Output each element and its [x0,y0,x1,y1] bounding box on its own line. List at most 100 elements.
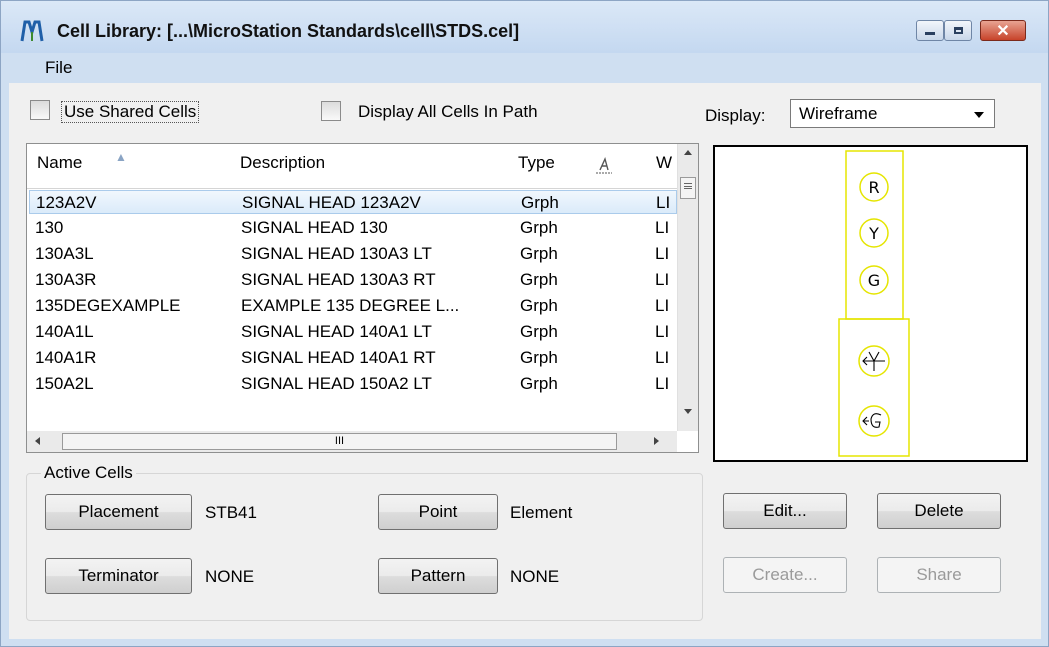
cell-type: Grph [520,322,558,341]
level-column-icon[interactable] [593,154,615,176]
display-mode-dropdown[interactable]: Wireframe [790,99,995,128]
terminator-button-label: Terminator [78,566,159,585]
preview-label-y: Y [868,224,879,243]
horizontal-scrollbar[interactable]: III [27,431,677,452]
cell-type: Grph [520,244,558,263]
column-header-w[interactable]: W [656,153,672,173]
cell-name: 130A3L [35,244,94,263]
menu-file[interactable]: File [45,58,72,78]
cell-type: Grph [520,270,558,289]
vertical-scrollbar[interactable] [677,144,698,431]
cell-name: 150A2L [35,374,94,393]
cell-w: LI [655,296,670,315]
edit-button-label: Edit... [763,501,807,520]
cell-w: LI [655,322,670,341]
display-all-cells-checkbox[interactable] [321,101,341,121]
cell-w: LI [656,193,671,212]
cell-name: 140A1L [35,322,94,341]
pattern-button[interactable]: Pattern [378,558,498,594]
cell-description: SIGNAL HEAD 150A2 LT [241,374,432,393]
table-row[interactable]: 130A3L SIGNAL HEAD 130A3 LT Grph LI [29,242,677,266]
cell-description: SIGNAL HEAD 140A1 LT [241,322,432,341]
minimize-button[interactable] [916,20,944,41]
scroll-up-icon[interactable] [684,150,692,155]
cell-description: SIGNAL HEAD 140A1 RT [241,348,436,367]
table-row[interactable]: 140A1L SIGNAL HEAD 140A1 LT Grph LI [29,320,677,344]
title-bar[interactable]: Cell Library: [...\MicroStation Standard… [1,1,1048,53]
scroll-right-icon[interactable] [654,437,659,445]
cell-w: LI [655,348,670,367]
chevron-down-icon [974,112,984,118]
point-button[interactable]: Point [378,494,498,530]
cell-name: 130 [35,218,64,237]
table-row[interactable]: 130 SIGNAL HEAD 130 Grph LI [29,216,677,240]
point-value: Element [510,503,573,522]
cell-w: LI [655,374,670,393]
cell-name: 135DEGEXAMPLE [35,296,181,315]
cell-description: EXAMPLE 135 DEGREE L... [241,296,460,315]
active-cells-title: Active Cells [41,463,136,483]
use-shared-cells-label[interactable]: Use Shared Cells [61,101,200,123]
cell-list-header: Name ▲ Description Type W [27,144,677,189]
maximize-icon [953,27,963,34]
cell-name: 130A3R [35,270,97,289]
table-row[interactable]: 150A2L SIGNAL HEAD 150A2 LT Grph LI [29,372,677,396]
cell-w: LI [655,270,670,289]
cell-type: Grph [520,296,558,315]
table-row[interactable]: 140A1R SIGNAL HEAD 140A1 RT Grph LI [29,346,677,370]
close-button[interactable]: ✕ [980,20,1026,41]
delete-button-label: Delete [914,501,964,520]
cell-list[interactable]: Name ▲ Description Type W 123A2V SIGNAL H… [26,143,699,453]
edit-button[interactable]: Edit... [723,493,847,529]
column-header-name[interactable]: Name [37,153,82,173]
maximize-button[interactable] [944,20,972,41]
close-icon: ✕ [996,22,1010,40]
cell-name: 123A2V [36,193,97,212]
terminator-button[interactable]: Terminator [45,558,192,594]
horizontal-scroll-thumb[interactable]: III [62,433,617,450]
display-mode-value: Wireframe [799,104,878,123]
point-button-label: Point [418,502,458,521]
preview-label-r: R [868,178,879,197]
display-all-cells-label[interactable]: Display All Cells In Path [358,102,538,122]
table-row[interactable]: 123A2V SIGNAL HEAD 123A2V Grph LI [29,190,677,214]
sort-ascending-icon: ▲ [115,150,127,164]
cell-preview: R Y G [713,145,1028,462]
placement-value: STB41 [205,503,257,522]
table-row[interactable]: 135DEGEXAMPLE EXAMPLE 135 DEGREE L... Grph… [29,294,677,318]
cell-name: 140A1R [35,348,97,367]
cell-description: SIGNAL HEAD 130A3 RT [241,270,436,289]
create-button-label: Create... [752,565,818,584]
minimize-icon [925,32,935,35]
delete-button[interactable]: Delete [877,493,1001,529]
use-shared-cells-checkbox[interactable] [30,100,50,120]
preview-label-g: G [868,271,880,290]
share-button-label: Share [916,565,962,584]
pattern-value: NONE [510,567,560,586]
create-button[interactable]: Create... [723,557,847,593]
microstation-app-icon [20,20,44,42]
vertical-scroll-thumb[interactable] [680,177,696,199]
column-header-description[interactable]: Description [240,153,325,173]
scroll-left-icon[interactable] [35,437,40,445]
cell-w: LI [655,244,670,263]
cell-type: Grph [520,348,558,367]
display-label: Display: [705,106,766,125]
menu-file-label: File [45,58,73,77]
cell-type: Grph [521,193,559,212]
share-button[interactable]: Share [877,557,1001,593]
cell-type: Grph [520,218,558,237]
terminator-value: NONE [205,567,255,586]
cell-description: SIGNAL HEAD 123A2V [242,193,421,212]
cell-type: Grph [520,374,558,393]
cell-description: SIGNAL HEAD 130A3 LT [241,244,432,263]
placement-button[interactable]: Placement [45,494,192,530]
placement-button-label: Placement [78,502,159,521]
cell-library-window: Cell Library: [...\MicroStation Standard… [0,0,1049,647]
window-title: Cell Library: [...\MicroStation Standard… [57,21,520,41]
table-row[interactable]: 130A3R SIGNAL HEAD 130A3 RT Grph LI [29,268,677,292]
pattern-button-label: Pattern [410,566,466,585]
scroll-down-icon[interactable] [684,409,692,414]
column-header-type[interactable]: Type [518,153,555,173]
signal-head-preview-drawing: R Y G [838,150,910,457]
